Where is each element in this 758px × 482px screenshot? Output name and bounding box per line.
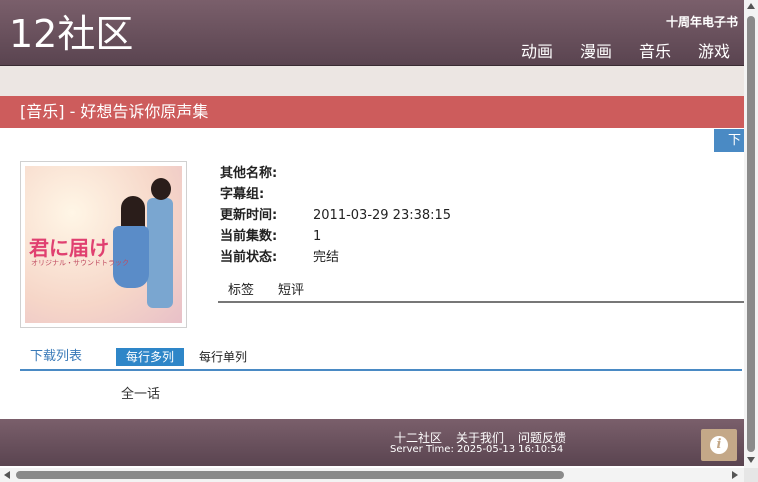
- site-header: 12社区 十周年电子书 动画 漫画 音乐 游戏: [0, 0, 744, 66]
- nav-anime[interactable]: 动画: [521, 38, 553, 62]
- site-footer: 十二社区 关于我们 问题反馈 Server Time: 2025-05-13 1…: [0, 419, 744, 466]
- info-row: 其他名称:: [220, 163, 451, 184]
- multi-column-button[interactable]: 每行多列: [116, 348, 184, 366]
- info-label: 其他名称:: [220, 166, 278, 181]
- scroll-up-icon[interactable]: [747, 3, 755, 9]
- nav-music[interactable]: 音乐: [639, 38, 671, 62]
- cover-art: 君に届け オリジナル・サウンドトラック: [25, 166, 182, 323]
- single-column-button[interactable]: 每行单列: [199, 348, 247, 366]
- tab-reviews[interactable]: 短评: [278, 282, 304, 300]
- cover-subtitle: オリジナル・サウンドトラック: [31, 259, 129, 267]
- info-table: 其他名称: 字幕组: 更新时间: 2011-03-29 23:38:15 当前集…: [220, 163, 451, 268]
- info-button[interactable]: i: [701, 429, 737, 461]
- scroll-down-icon[interactable]: [747, 457, 755, 463]
- cover-figure-girl: [113, 226, 149, 288]
- scroll-left-icon[interactable]: [4, 471, 10, 479]
- download-tab[interactable]: 下载: [714, 129, 744, 152]
- cover-logo-text: 君に届け: [29, 236, 109, 260]
- nav-manga[interactable]: 漫画: [580, 38, 612, 62]
- site-logo[interactable]: 12社区: [9, 12, 133, 56]
- info-value: 1: [313, 229, 322, 244]
- info-value: 完结: [313, 250, 340, 265]
- vertical-scrollbar[interactable]: [744, 0, 758, 468]
- main-nav: 动画 漫画 音乐 游戏: [521, 38, 730, 62]
- detail-tabs: 标签 短评: [218, 282, 744, 303]
- info-row: 字幕组:: [220, 184, 451, 205]
- tab-tags[interactable]: 标签: [228, 282, 254, 300]
- cover-figure-boy-head: [151, 178, 171, 200]
- cover-image: 君に届け オリジナル・サウンドトラック: [20, 161, 187, 328]
- info-row: 更新时间: 2011-03-29 23:38:15: [220, 205, 451, 226]
- vertical-scroll-thumb[interactable]: [747, 16, 755, 452]
- scrollbar-corner: [744, 468, 758, 482]
- info-value: 2011-03-29 23:38:15: [313, 208, 452, 223]
- info-icon: i: [710, 436, 728, 454]
- scroll-right-icon[interactable]: [732, 471, 738, 479]
- nav-games[interactable]: 游戏: [698, 38, 730, 62]
- horizontal-scrollbar[interactable]: [0, 468, 744, 482]
- download-list-bar: 下载列表 每行多列 每行单列: [20, 348, 742, 371]
- page-title: [音乐] - 好想告诉你原声集: [0, 96, 744, 128]
- info-label: 当前集数:: [220, 229, 278, 244]
- info-label: 更新时间:: [220, 208, 278, 223]
- info-label: 字幕组:: [220, 187, 265, 202]
- ebook-link[interactable]: 十周年电子书: [666, 13, 738, 30]
- download-list-label: 下载列表: [30, 349, 83, 364]
- header-band: [0, 66, 744, 96]
- server-time: Server Time: 2025-05-13 16:10:54: [390, 444, 564, 455]
- cover-figure-boy: [147, 198, 173, 308]
- info-row: 当前状态: 完结: [220, 247, 451, 268]
- info-row: 当前集数: 1: [220, 226, 451, 247]
- horizontal-scroll-thumb[interactable]: [16, 471, 564, 479]
- episode-link[interactable]: 全一话: [121, 383, 160, 402]
- info-label: 当前状态:: [220, 250, 278, 265]
